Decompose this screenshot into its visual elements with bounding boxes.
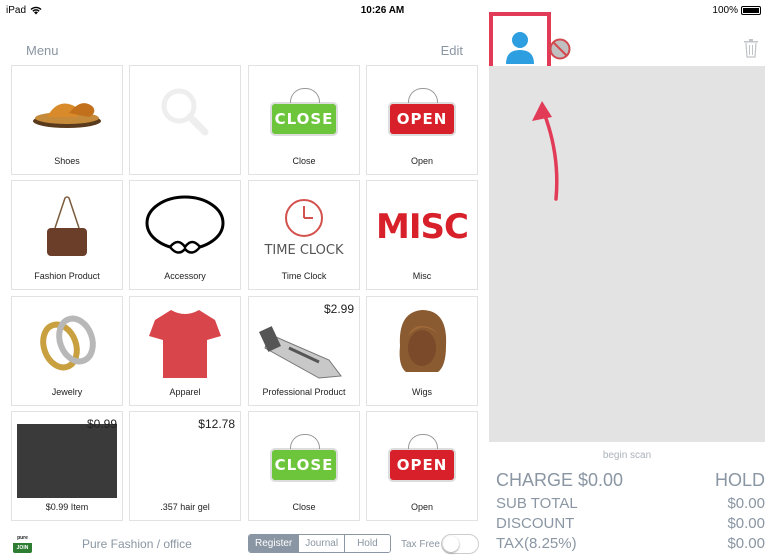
tile-close[interactable]: CLOSE Close	[248, 65, 360, 175]
item-image	[17, 424, 117, 498]
tile-price: $0.99	[86, 417, 117, 431]
charge-row: CHARGE $0.00 HOLD	[496, 470, 765, 491]
tile-label: Jewelry	[51, 387, 83, 397]
tshirt-icon	[149, 310, 221, 378]
tile-label: Shoes	[54, 156, 80, 166]
red-arrow-annotation	[532, 101, 559, 201]
charge-button[interactable]: CHARGE $0.00	[496, 470, 623, 490]
clipper-icon	[259, 326, 342, 379]
tile-price: $12.78	[198, 417, 235, 431]
no-customer-icon[interactable]	[549, 38, 571, 60]
headband-icon	[145, 195, 225, 254]
tile-empty[interactable]	[129, 65, 241, 175]
tile-label: Open	[410, 156, 434, 166]
tile-label: Time Clock	[281, 271, 327, 281]
tile-shoes[interactable]: Shoes	[11, 65, 123, 175]
tax-row: TAX(8.25%) $0.00	[496, 535, 765, 552]
hold-button[interactable]: HOLD	[715, 470, 765, 491]
close-sign-icon: CLOSE	[270, 448, 338, 482]
tile-099-item[interactable]: $0.99 $0.99 Item	[11, 411, 123, 521]
open-sign-icon: OPEN	[388, 102, 456, 136]
discount-row: DISCOUNT $0.00	[496, 515, 765, 532]
menu-title: Menu	[26, 43, 59, 58]
tile-label: Close	[292, 502, 316, 512]
store-name: Pure Fashion / office	[82, 537, 192, 551]
open-sign-icon: OPEN	[388, 448, 456, 482]
time-clock-text: TIME CLOCK	[264, 242, 344, 258]
subtotal-value: $0.00	[727, 495, 765, 512]
sandal-icon	[33, 103, 101, 128]
tile-label: $0.99 Item	[45, 502, 89, 512]
tile-wigs[interactable]: Wigs	[366, 296, 478, 406]
tile-fashion-product[interactable]: Fashion Product	[11, 180, 123, 290]
tile-jewelry[interactable]: Jewelry	[11, 296, 123, 406]
tile-open[interactable]: OPEN Open	[366, 65, 478, 175]
tile-label: Apparel	[169, 387, 201, 397]
toggle-knob	[443, 536, 459, 552]
tile-apparel[interactable]: Apparel	[129, 296, 241, 406]
tile-time-clock[interactable]: TIME CLOCK Time Clock	[248, 180, 360, 290]
tile-label: Close	[292, 156, 316, 166]
tab-hold[interactable]: Hold	[345, 535, 390, 552]
close-sign-icon: CLOSE	[270, 102, 338, 136]
tile-professional-product[interactable]: $2.99 Professional Product	[248, 296, 360, 406]
edit-button[interactable]: Edit	[441, 43, 463, 58]
tax-free-toggle[interactable]	[441, 534, 479, 554]
tile-hair-gel[interactable]: $12.78 .357 hair gel	[129, 411, 241, 521]
trash-icon[interactable]	[743, 38, 759, 58]
tile-label: Professional Product	[262, 387, 346, 397]
discount-value: $0.00	[727, 515, 765, 532]
tax-label: TAX(8.25%)	[496, 535, 577, 552]
subtotal-row: SUB TOTAL $0.00	[496, 495, 765, 512]
purejoin-logo: pure JOIN	[13, 533, 32, 553]
tile-accessory[interactable]: Accessory	[129, 180, 241, 290]
misc-text: MISC	[376, 207, 469, 247]
begin-scan-hint: begin scan	[602, 450, 652, 461]
wig-icon	[399, 310, 447, 372]
clock-icon	[285, 198, 323, 237]
tile-label: Wigs	[412, 387, 432, 397]
tax-free-label: Tax Free	[401, 539, 440, 550]
tab-register[interactable]: Register	[249, 535, 300, 552]
discount-label: DISCOUNT	[496, 515, 575, 532]
tile-label: Accessory	[164, 271, 206, 281]
subtotal-label: SUB TOTAL	[496, 495, 578, 512]
bottom-bar: pure JOIN Pure Fashion / office Register…	[0, 530, 490, 559]
mode-segmented-control: Register Journal Hold	[248, 534, 391, 553]
magnifier-icon	[161, 88, 209, 136]
handbag-icon	[47, 196, 87, 256]
cart-panel: begin scan CHARGE $0.00 HOLD SUB TOTAL $…	[489, 0, 765, 559]
person-icon	[506, 32, 534, 64]
tile-label: Open	[410, 502, 434, 512]
tile-misc[interactable]: MISC Misc	[366, 180, 478, 290]
tab-journal[interactable]: Journal	[299, 535, 346, 552]
menu-header: Menu Edit	[0, 36, 480, 64]
tile-close-2[interactable]: CLOSE Close	[248, 411, 360, 521]
rings-icon	[40, 315, 96, 371]
tile-open-2[interactable]: OPEN Open	[366, 411, 478, 521]
tax-value: $0.00	[727, 535, 765, 552]
tile-label: Misc	[412, 271, 432, 281]
tile-label: Fashion Product	[34, 271, 100, 281]
tile-label: .357 hair gel	[160, 502, 210, 512]
